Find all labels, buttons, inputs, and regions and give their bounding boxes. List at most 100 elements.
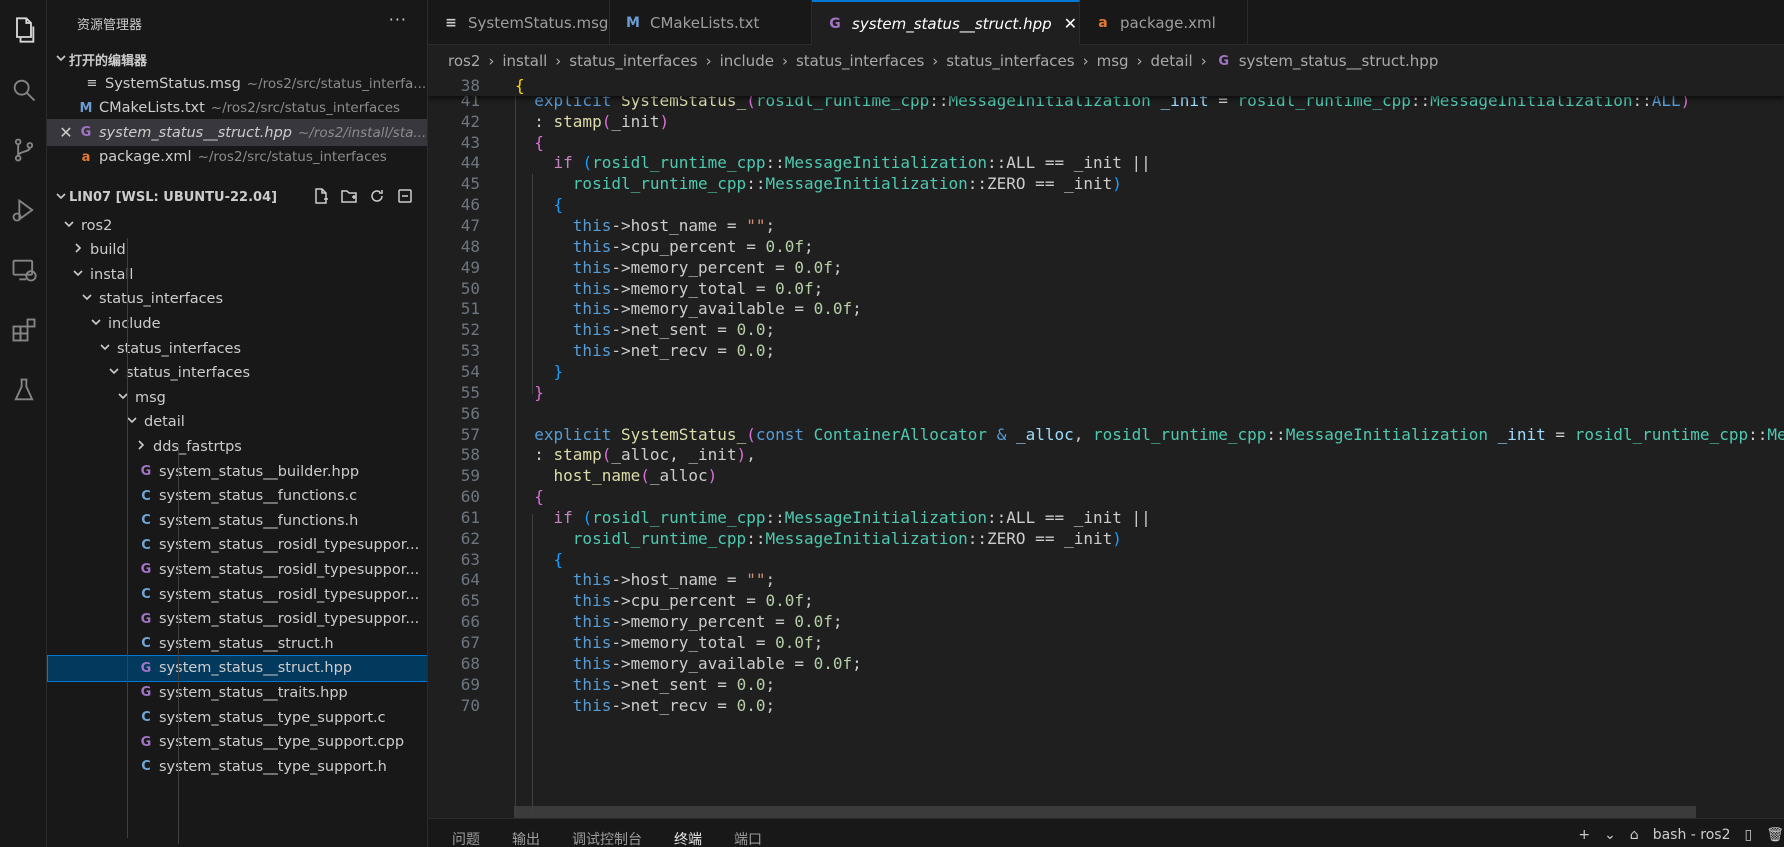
code-line[interactable]: 49 this->memory_percent = 0.0f;: [428, 257, 1784, 278]
tab-cmakelists-txt[interactable]: M CMakeLists.txt: [610, 0, 812, 45]
kill-terminal-icon[interactable]: 🗑: [1766, 827, 1784, 843]
more-actions-icon[interactable]: ···: [389, 10, 407, 29]
tree-item-label: system_status__functions.c: [159, 488, 358, 505]
tree-item[interactable]: ros2: [47, 212, 427, 239]
terminal-name[interactable]: bash - ros2: [1653, 827, 1731, 843]
code-line[interactable]: 60 {: [428, 486, 1784, 507]
sticky-scroll-line[interactable]: 38 {: [428, 74, 1784, 96]
collapse-all-icon[interactable]: [396, 187, 414, 209]
new-folder-icon[interactable]: [340, 187, 358, 209]
code-line[interactable]: 50 this->memory_total = 0.0f;: [428, 278, 1784, 299]
workspace-header[interactable]: LIN07 [WSL: UBUNTU-22.04]: [47, 184, 427, 211]
extensions-icon[interactable]: [0, 306, 47, 354]
panel-tab[interactable]: 输出: [512, 817, 540, 847]
code-line[interactable]: 63 {: [428, 549, 1784, 570]
code-line[interactable]: 51 this->memory_available = 0.0f;: [428, 299, 1784, 320]
panel-tab[interactable]: 问题: [452, 817, 480, 847]
code-line[interactable]: 66 this->memory_percent = 0.0f;: [428, 611, 1784, 632]
open-editors-header[interactable]: 打开的编辑器: [47, 46, 427, 73]
code-line[interactable]: 55 }: [428, 382, 1784, 403]
code-line[interactable]: 69 this->net_sent = 0.0;: [428, 674, 1784, 695]
tab-systemstatus-msg[interactable]: ≡ SystemStatus.msg: [428, 0, 610, 45]
run-debug-icon[interactable]: [0, 186, 47, 234]
code-line[interactable]: 58 : stamp(_alloc, _init),: [428, 444, 1784, 465]
tree-item[interactable]: Csystem_status__type_support.h: [47, 753, 427, 780]
code-line[interactable]: 64 this->host_name = "";: [428, 570, 1784, 591]
open-editor-item[interactable]: ✕ Gsystem_status__struct.hpp ~/ros2/instal…: [47, 119, 427, 146]
tree-item[interactable]: dds_fastrtps: [47, 433, 427, 460]
code-line[interactable]: 57 explicit SystemStatus_(const Containe…: [428, 424, 1784, 445]
breadcrumb-item[interactable]: detail: [1151, 52, 1193, 70]
chevron-down-icon[interactable]: ⌄: [1604, 827, 1616, 843]
tab-package-xml[interactable]: a package.xml: [1080, 0, 1248, 45]
code-line[interactable]: 44 if (rosidl_runtime_cpp::MessageInitia…: [428, 153, 1784, 174]
tree-item[interactable]: Gsystem_status__struct.hpp: [47, 654, 427, 682]
tree-item[interactable]: Csystem_status__rosidl_typesuppor...: [47, 581, 427, 608]
refresh-icon[interactable]: [368, 187, 386, 209]
tree-item[interactable]: Gsystem_status__rosidl_typesuppor...: [47, 606, 427, 633]
tree-item[interactable]: Csystem_status__rosidl_typesuppor...: [47, 532, 427, 559]
breadcrumb-item[interactable]: ros2: [448, 52, 480, 70]
open-editor-item[interactable]: ≡ SystemStatus.msg ~/ros2/src/status_inter…: [47, 70, 427, 97]
tree-item[interactable]: Gsystem_status__builder.hpp: [47, 458, 427, 485]
open-editor-item[interactable]: M CMakeLists.txt ~/ros2/src/status_interfa…: [47, 95, 427, 122]
tree-item[interactable]: Csystem_status__type_support.c: [47, 704, 427, 731]
tree-item[interactable]: Csystem_status__functions.h: [47, 507, 427, 534]
code-line[interactable]: 65 this->cpu_percent = 0.0f;: [428, 590, 1784, 611]
close-icon[interactable]: ✕: [55, 123, 77, 142]
code-line[interactable]: 46 {: [428, 194, 1784, 215]
open-editor-item[interactable]: a package.xml ~/ros2/src/status_interfaces: [47, 144, 427, 171]
tree-item[interactable]: Csystem_status__struct.h: [47, 630, 427, 657]
breadcrumb-item[interactable]: status_interfaces: [569, 52, 697, 70]
code-line[interactable]: 48 this->cpu_percent = 0.0f;: [428, 236, 1784, 257]
breadcrumb-item[interactable]: system_status__struct.hpp: [1239, 52, 1439, 70]
search-icon[interactable]: [0, 66, 47, 114]
code-line[interactable]: 47 this->host_name = "";: [428, 215, 1784, 236]
breadcrumb-item[interactable]: status_interfaces: [946, 52, 1074, 70]
code-line[interactable]: 52 this->net_sent = 0.0;: [428, 319, 1784, 340]
breadcrumb-item[interactable]: status_interfaces: [796, 52, 924, 70]
tree-item[interactable]: detail: [47, 409, 427, 436]
code-line[interactable]: 70 this->net_recv = 0.0;: [428, 695, 1784, 716]
source-control-icon[interactable]: [0, 126, 47, 174]
code-line[interactable]: 43 {: [428, 132, 1784, 153]
breadcrumb-item[interactable]: install: [502, 52, 547, 70]
new-file-icon[interactable]: [312, 187, 330, 209]
split-terminal-icon[interactable]: ▯: [1745, 827, 1753, 843]
tree-item[interactable]: install: [47, 261, 427, 288]
code-line[interactable]: 53 this->net_recv = 0.0;: [428, 340, 1784, 361]
tree-item[interactable]: status_interfaces: [47, 360, 427, 387]
tree-item[interactable]: build: [47, 237, 427, 264]
code-line[interactable]: 45 rosidl_runtime_cpp::MessageInitializa…: [428, 173, 1784, 194]
breadcrumb-item[interactable]: include: [720, 52, 774, 70]
testing-icon[interactable]: [0, 366, 47, 414]
code-line[interactable]: 54 }: [428, 361, 1784, 382]
line-number: 61: [460, 507, 480, 527]
code-line[interactable]: 59 host_name(_alloc): [428, 465, 1784, 486]
explorer-icon[interactable]: [0, 6, 47, 54]
new-terminal-icon[interactable]: +: [1578, 827, 1590, 843]
tree-item[interactable]: msg: [47, 384, 427, 411]
code-line[interactable]: 61 if (rosidl_runtime_cpp::MessageInitia…: [428, 507, 1784, 528]
tree-item[interactable]: include: [47, 310, 427, 337]
tree-item[interactable]: Gsystem_status__rosidl_typesuppor...: [47, 556, 427, 583]
tree-item[interactable]: Gsystem_status__type_support.cpp: [47, 729, 427, 756]
panel-tab[interactable]: 调试控制台: [572, 817, 642, 847]
remote-explorer-icon[interactable]: [0, 246, 47, 294]
code-editor[interactable]: 38{41 explicit SystemStatus_(rosidl_runt…: [428, 74, 1784, 818]
close-icon[interactable]: ✕: [1064, 14, 1077, 33]
tab-system-status-struct-hpp[interactable]: Gsystem_status__struct.hpp ✕: [812, 0, 1080, 45]
code-line[interactable]: 67 this->memory_total = 0.0f;: [428, 632, 1784, 653]
breadcrumb-item[interactable]: msg: [1097, 52, 1129, 70]
code-line[interactable]: 56: [428, 403, 1784, 424]
tree-item[interactable]: Gsystem_status__traits.hpp: [47, 679, 427, 706]
code-line[interactable]: 62 rosidl_runtime_cpp::MessageInitializa…: [428, 528, 1784, 549]
code-line[interactable]: 68 this->memory_available = 0.0f;: [428, 653, 1784, 674]
panel-tab[interactable]: 终端: [674, 817, 702, 847]
code-line[interactable]: 42 : stamp(_init): [428, 111, 1784, 132]
tree-item[interactable]: Csystem_status__functions.c: [47, 483, 427, 510]
tree-item[interactable]: status_interfaces: [47, 335, 427, 362]
token: ;: [765, 695, 776, 715]
panel-tab[interactable]: 端口: [734, 817, 762, 847]
tree-item[interactable]: status_interfaces: [47, 286, 427, 313]
